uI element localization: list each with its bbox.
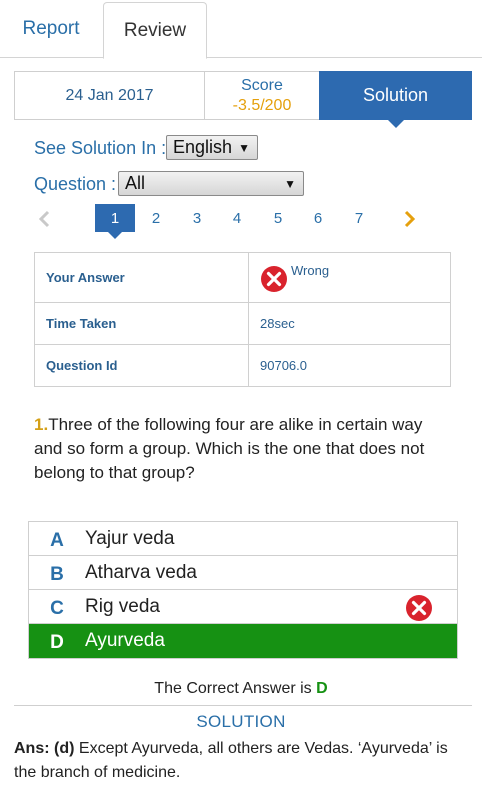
- divider: [14, 705, 472, 706]
- option-letter: C: [50, 597, 64, 619]
- dropdown-arrow-icon: ▼: [284, 177, 296, 191]
- option-d[interactable]: D Ayurveda: [29, 624, 457, 658]
- option-text: Atharva veda: [85, 561, 197, 583]
- correct-answer-letter: D: [316, 680, 328, 697]
- question-id-value: 90706.0: [248, 344, 451, 387]
- option-text: Yajur veda: [85, 527, 175, 549]
- question-filter-selected: All: [125, 173, 146, 193]
- tab-report[interactable]: Report: [0, 0, 102, 58]
- option-a[interactable]: A Yajur veda: [29, 522, 457, 556]
- solution-ans-prefix: Ans: (d): [14, 740, 75, 757]
- wrong-icon: [406, 595, 432, 621]
- next-page-arrow-icon[interactable]: [398, 204, 422, 234]
- question-filter-select[interactable]: All ▼: [118, 171, 304, 196]
- page-2[interactable]: 2: [136, 204, 176, 232]
- tab-review[interactable]: Review: [103, 2, 207, 59]
- page-5[interactable]: 5: [258, 204, 298, 232]
- table-row: Your Answer Wrong: [34, 252, 451, 303]
- question-text: 1.Three of the following four are alike …: [34, 413, 454, 485]
- time-taken-value: 28sec: [248, 302, 451, 345]
- page-1[interactable]: 1: [95, 204, 135, 239]
- table-row: Time Taken 28sec: [34, 302, 451, 345]
- option-c[interactable]: C Rig veda: [29, 590, 457, 624]
- solution-explanation: Ans: (d) Except Ayurveda, all others are…: [14, 737, 474, 785]
- language-selected: English: [173, 137, 233, 157]
- page-7[interactable]: 7: [339, 204, 379, 232]
- correct-answer-line: The Correct Answer is D: [0, 680, 482, 698]
- your-answer-value: Wrong: [291, 262, 330, 278]
- solution-title: SOLUTION: [196, 712, 286, 731]
- options-list: A Yajur veda B Atharva veda C Rig veda D…: [28, 521, 458, 659]
- question-id-label: Question Id: [34, 344, 249, 387]
- question-body: Three of the following four are alike in…: [34, 415, 425, 482]
- score-box: Score -3.5/200: [205, 72, 319, 119]
- summary-bar: 24 Jan 2017 Score -3.5/200 Solution: [14, 71, 472, 128]
- option-letter: A: [50, 529, 64, 551]
- time-taken-label: Time Taken: [34, 302, 249, 345]
- test-date: 24 Jan 2017: [15, 72, 205, 119]
- solution-text: Except Ayurveda, all others are Vedas. ‘…: [14, 740, 448, 781]
- language-select[interactable]: English ▼: [166, 135, 258, 160]
- question-filter-label: Question :: [34, 174, 117, 194]
- tab-bar: Report Review: [0, 0, 482, 59]
- page-3[interactable]: 3: [177, 204, 217, 232]
- table-row: Question Id 90706.0: [34, 344, 451, 387]
- option-text: Rig veda: [85, 595, 160, 617]
- page-4[interactable]: 4: [217, 204, 257, 232]
- language-label: See Solution In :: [34, 138, 167, 158]
- your-answer-label: Your Answer: [34, 252, 249, 303]
- page-6[interactable]: 6: [298, 204, 338, 232]
- question-number: 1.: [34, 415, 49, 434]
- score-label: Score: [241, 76, 283, 94]
- correct-answer-prefix: The Correct Answer is: [154, 680, 312, 697]
- score-value: -3.5/200: [232, 96, 292, 114]
- option-letter: D: [50, 632, 64, 653]
- wrong-icon: [261, 265, 287, 292]
- answer-info-table: Your Answer Wrong Time Taken 28sec Quest…: [34, 252, 451, 387]
- solution-tab[interactable]: Solution: [319, 71, 472, 128]
- option-letter: B: [50, 563, 64, 585]
- option-b[interactable]: B Atharva veda: [29, 556, 457, 590]
- your-answer-cell: Wrong: [248, 252, 451, 303]
- dropdown-arrow-icon: ▼: [238, 141, 250, 155]
- option-text: Ayurveda: [85, 630, 165, 651]
